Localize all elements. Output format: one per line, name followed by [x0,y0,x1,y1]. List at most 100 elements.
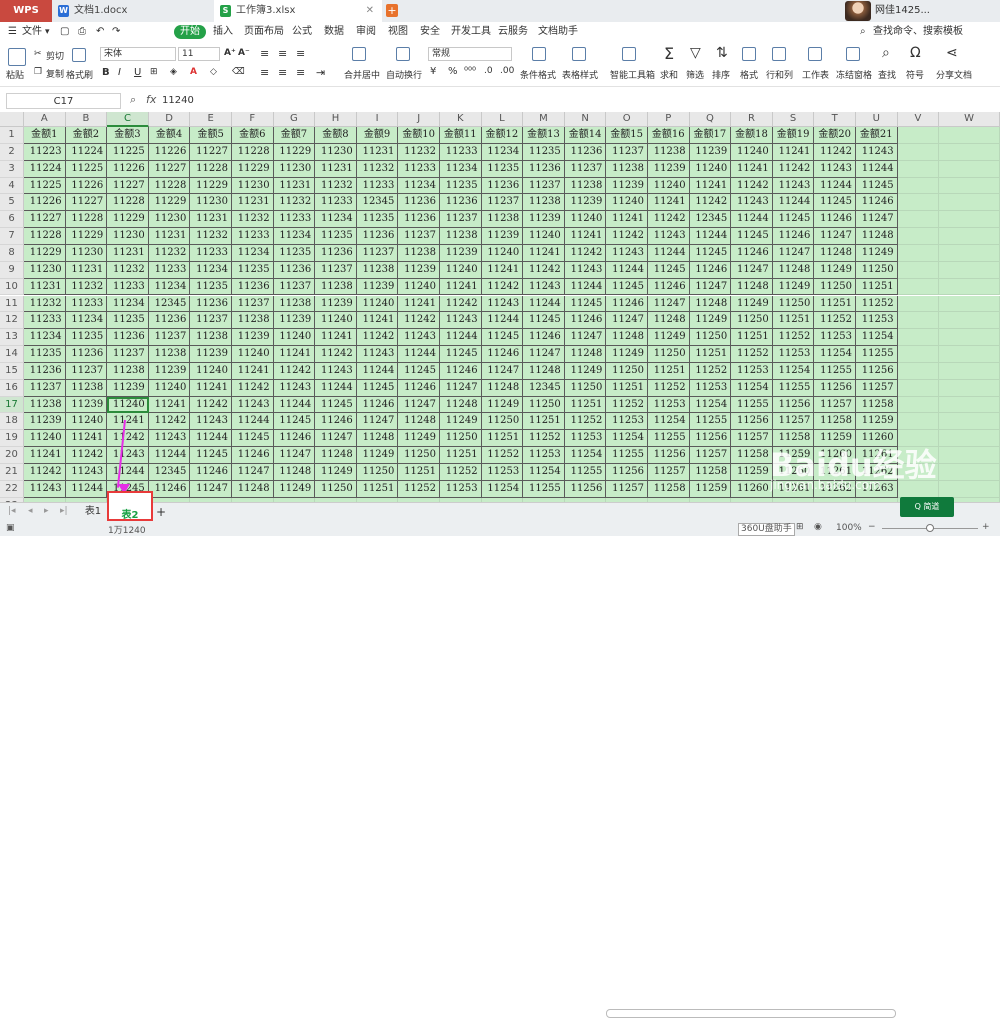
empty-cell[interactable] [897,261,940,279]
zoom-icon[interactable]: ⌕ [130,93,136,107]
data-cell[interactable]: 11242 [648,211,690,229]
data-cell[interactable]: 11243 [648,228,690,245]
data-cell[interactable]: 11237 [481,194,524,212]
data-cell[interactable]: 11241 [440,278,482,296]
data-cell[interactable]: 11250 [731,312,773,330]
data-cell[interactable]: 11242 [190,396,232,414]
data-cell[interactable]: 11242 [689,194,732,212]
data-cell[interactable]: 11236 [523,160,565,178]
data-cell[interactable]: 11242 [148,413,191,431]
wrap-icon[interactable] [396,47,410,61]
data-cell[interactable]: 11243 [523,278,565,296]
menu-doc-assistant[interactable]: 文档助手 [538,25,578,39]
menu-start[interactable]: 开始 [174,25,206,39]
data-cell[interactable]: 11233 [190,244,232,262]
data-cell[interactable]: 11244 [523,295,565,313]
data-cell[interactable]: 11236 [440,194,482,212]
data-cell[interactable]: 11247 [398,396,440,414]
data-cell[interactable]: 11245 [856,177,898,195]
data-cell[interactable]: 11241 [24,447,66,464]
data-cell[interactable]: 11247 [689,278,732,296]
select-all-corner[interactable] [0,112,24,127]
empty-cell[interactable] [939,228,1000,245]
merge-icon[interactable] [352,47,366,61]
horizontal-scrollbar[interactable] [606,1009,896,1018]
share-button[interactable]: 分享文档 [936,68,972,81]
data-cell[interactable]: 11237 [564,160,607,178]
data-cell[interactable]: 11235 [440,177,482,195]
empty-cell[interactable] [939,346,1000,363]
row-header[interactable]: 3 [0,160,24,178]
empty-cell[interactable] [897,379,940,397]
underline-button[interactable]: U [134,67,141,78]
data-cell[interactable]: 11241 [398,295,440,313]
font-name-select[interactable]: 宋体 [100,47,176,61]
cell-name-box[interactable]: C17 [6,93,121,109]
data-cell[interactable]: 11237 [440,211,482,229]
data-cell[interactable]: 12345 [148,295,191,313]
data-cell[interactable]: 11245 [689,244,732,262]
indent-icon[interactable]: ⇥ [316,66,325,79]
data-cell[interactable]: 11241 [772,143,815,161]
font-size-select[interactable]: 11 [178,47,220,61]
data-cell[interactable]: 11240 [273,329,316,347]
data-cell[interactable]: 11252 [440,464,482,481]
column-header[interactable]: E [190,112,232,127]
data-cell[interactable]: 11245 [814,194,856,212]
data-cell[interactable]: 11248 [856,228,898,245]
data-cell[interactable]: 11245 [356,379,399,397]
data-cell[interactable]: 11226 [65,177,108,195]
data-cell[interactable]: 11229 [107,211,149,229]
data-cell[interactable]: 11240 [731,143,773,161]
data-cell[interactable]: 11241 [523,244,565,262]
row-header[interactable]: 11 [0,295,24,313]
data-cell[interactable]: 11239 [273,312,316,330]
data-cell[interactable]: 11228 [148,177,191,195]
data-cell[interactable]: 11245 [523,312,565,330]
decimal-decrease-icon[interactable]: .00 [500,66,514,76]
empty-cell[interactable] [897,160,940,178]
header-cell[interactable]: 金额13 [523,127,565,144]
data-cell[interactable]: 11251 [814,295,856,313]
data-cell[interactable]: 11246 [273,430,316,448]
data-cell[interactable]: 11235 [232,261,274,279]
menu-dev-tools[interactable]: 开发工具 [451,25,491,39]
data-cell[interactable]: 11234 [190,261,232,279]
data-cell[interactable]: 11245 [648,261,690,279]
header-cell[interactable]: 金额2 [65,127,108,144]
data-cell[interactable]: 11252 [564,413,607,431]
data-cell[interactable]: 12345 [689,211,732,229]
data-cell[interactable]: 11248 [398,413,440,431]
data-cell[interactable]: 11230 [190,194,232,212]
data-cell[interactable]: 11236 [190,295,232,313]
data-cell[interactable]: 11237 [356,244,399,262]
data-cell[interactable]: 11255 [689,413,732,431]
data-cell[interactable]: 11240 [190,362,232,380]
column-header[interactable]: V [897,112,940,127]
data-cell[interactable]: 11236 [564,143,607,161]
data-cell[interactable]: 11251 [481,430,524,448]
data-cell[interactable]: 11254 [689,396,732,414]
erase-icon[interactable]: ◇ [210,67,217,77]
data-cell[interactable]: 11248 [814,244,856,262]
data-cell[interactable]: 11246 [148,480,191,498]
data-cell[interactable]: 11248 [648,312,690,330]
data-cell[interactable]: 11238 [523,194,565,212]
align-right-icon[interactable]: ≡ [296,66,305,79]
empty-cell[interactable] [897,211,940,229]
empty-cell[interactable] [939,430,1000,448]
header-cell[interactable]: 金额1 [24,127,66,144]
data-cell[interactable]: 11245 [440,346,482,363]
empty-cell[interactable] [939,194,1000,212]
row-header[interactable]: 6 [0,211,24,229]
data-cell[interactable]: 11246 [856,194,898,212]
data-cell[interactable]: 11230 [24,261,66,279]
data-cell[interactable]: 11235 [107,312,149,330]
data-cell[interactable]: 11238 [148,346,191,363]
data-cell[interactable]: 11239 [440,244,482,262]
data-cell[interactable]: 11255 [606,447,648,464]
data-cell[interactable]: 11231 [356,143,399,161]
empty-cell[interactable] [897,413,940,431]
data-cell[interactable]: 11238 [648,143,690,161]
data-cell[interactable]: 11246 [731,244,773,262]
